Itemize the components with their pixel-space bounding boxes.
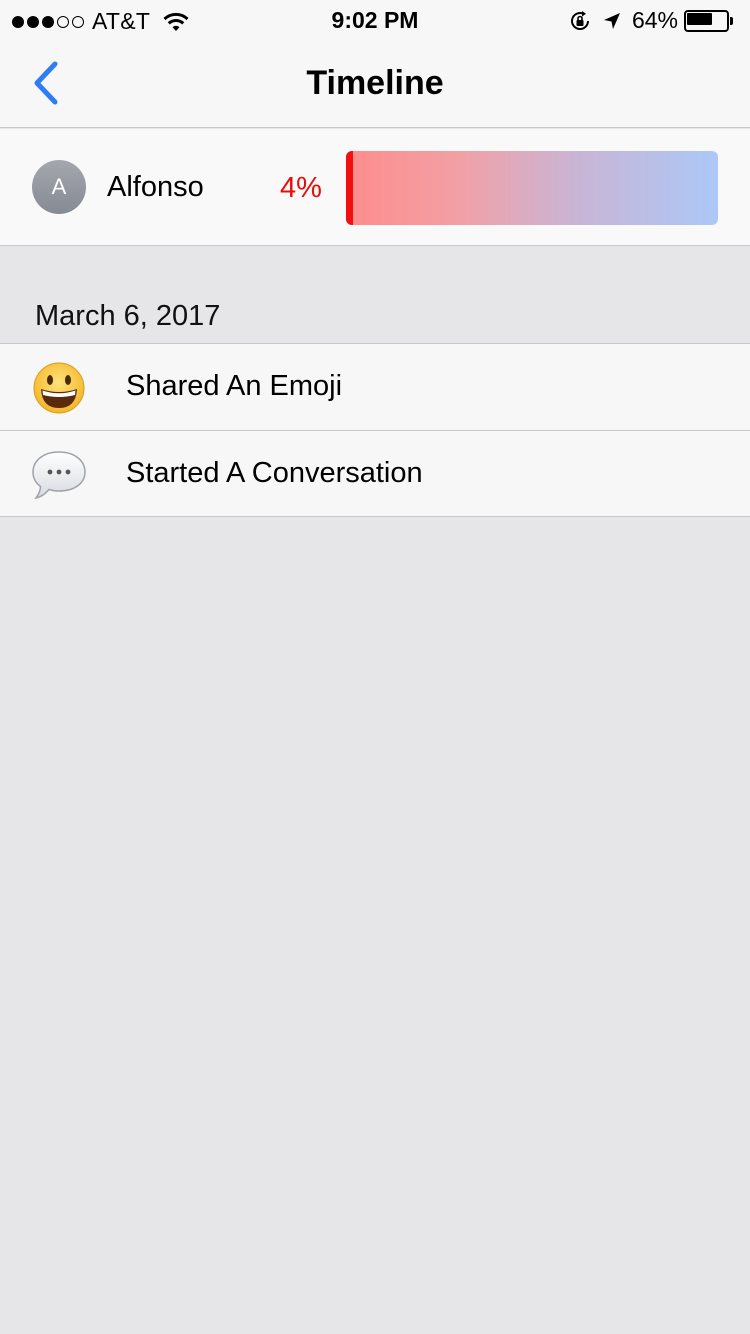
location-arrow-icon <box>603 12 620 29</box>
page-title: Timeline <box>306 64 444 102</box>
list-item-label: Shared An Emoji <box>126 370 343 402</box>
battery-percent: 64% <box>631 7 678 33</box>
progress-bar <box>346 151 718 225</box>
orientation-lock-icon <box>570 10 589 30</box>
progress-bar-fill <box>346 151 353 225</box>
battery-icon <box>684 9 734 32</box>
timeline-list: Shared An Emoji Started A Conversation <box>0 343 750 517</box>
battery-level <box>687 12 712 25</box>
contact-name: Alfonso <box>107 171 204 203</box>
list-item[interactable]: Shared An Emoji <box>0 343 750 430</box>
speech-bubble-icon <box>32 451 86 500</box>
status-bar: AT&T 9:02 PM 64% <box>0 0 750 40</box>
date-section-header: March 6, 2017 <box>35 300 221 332</box>
percent-label: 4% <box>280 172 322 204</box>
list-item[interactable]: Started A Conversation <box>0 430 750 517</box>
list-item-label: Started A Conversation <box>126 457 423 489</box>
avatar[interactable]: A <box>32 160 86 214</box>
grinning-face-emoji-icon <box>33 362 85 414</box>
status-bar-right: 64% <box>568 7 734 34</box>
navigation-bar: Timeline <box>0 40 750 128</box>
